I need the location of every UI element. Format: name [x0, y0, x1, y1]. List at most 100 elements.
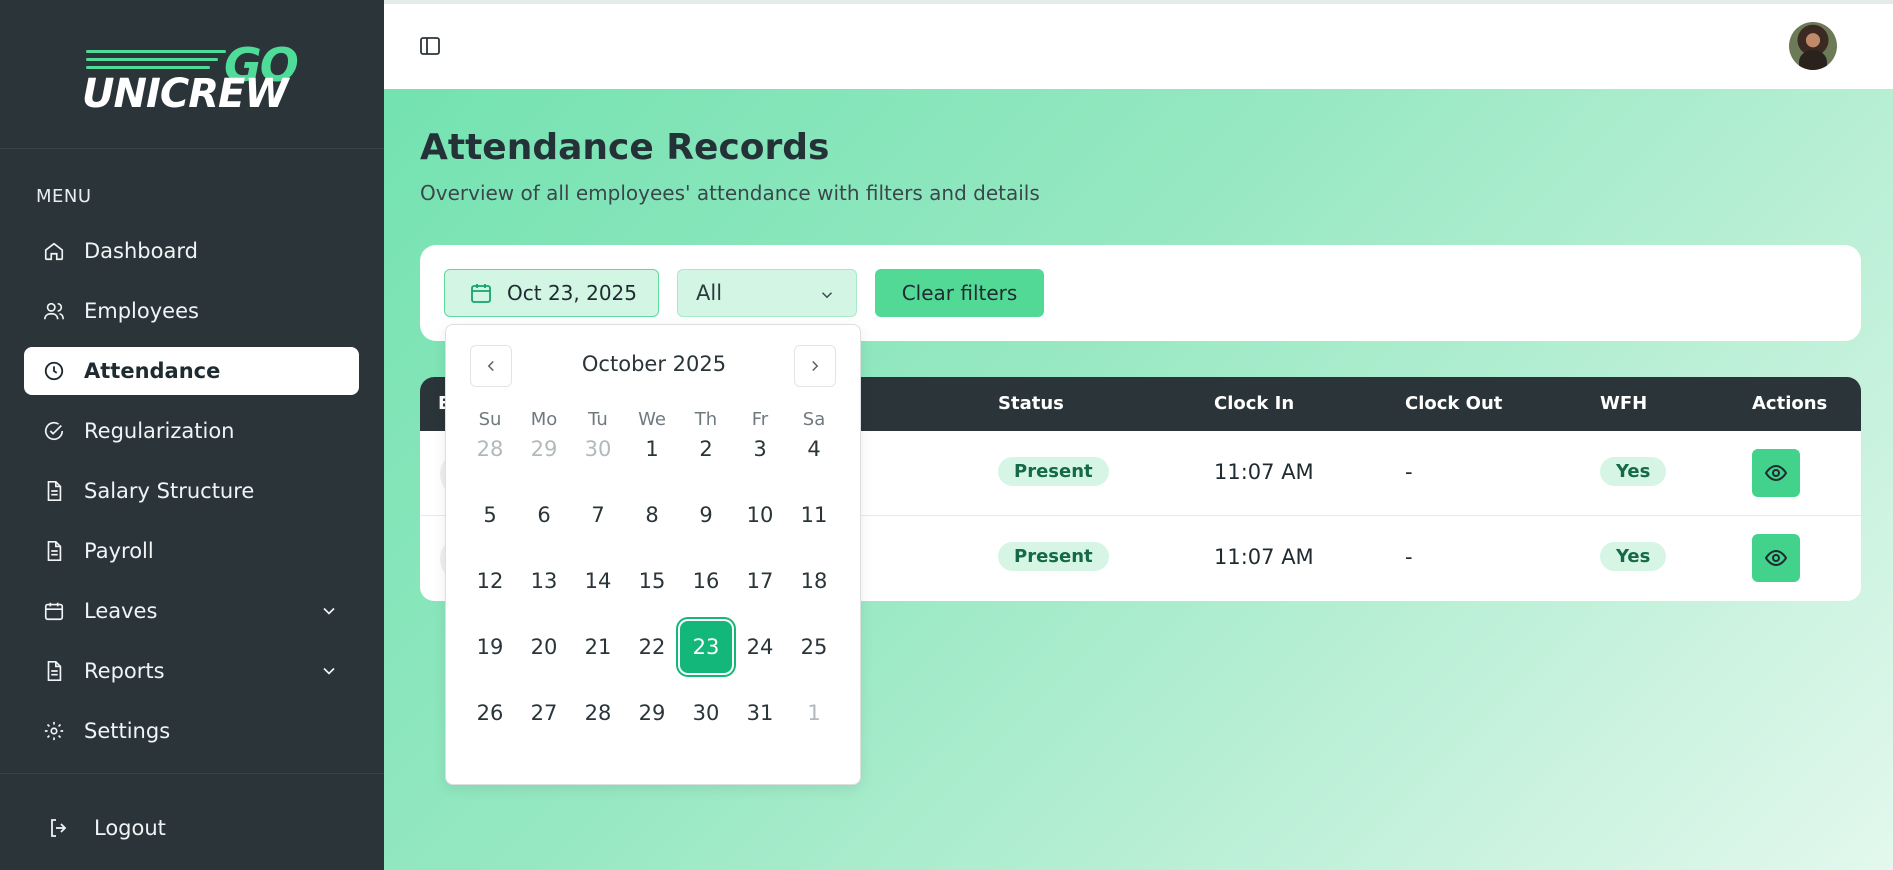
eye-icon — [1764, 549, 1788, 567]
check-circle-icon — [42, 419, 66, 443]
calendar-icon — [42, 599, 66, 623]
logout-label: Logout — [94, 816, 166, 840]
document-icon — [42, 539, 66, 563]
calendar-day[interactable]: 1 — [788, 687, 840, 739]
calendar-day[interactable]: 11 — [788, 489, 840, 541]
calendar-day[interactable]: 29 — [518, 423, 570, 475]
calendar-day[interactable]: 19 — [464, 621, 516, 673]
calendar-day[interactable]: 1 — [626, 423, 678, 475]
calendar-day[interactable]: 16 — [680, 555, 732, 607]
status-select-value: All — [696, 281, 723, 305]
sidebar-item-payroll[interactable]: Payroll — [24, 527, 359, 575]
column-header-clock-out: Clock Out — [1405, 393, 1503, 414]
calendar-day[interactable]: 18 — [788, 555, 840, 607]
date-picker-button[interactable]: Oct 23, 2025 — [444, 269, 659, 317]
chevron-right-icon — [812, 360, 819, 372]
calendar-day[interactable]: 4 — [788, 423, 840, 475]
calendar-day[interactable]: 28 — [572, 687, 624, 739]
sidebar-item-label: Payroll — [84, 539, 154, 563]
unicrew-logo[interactable]: GO UNICREW — [82, 38, 302, 118]
column-header-actions: Actions — [1752, 393, 1828, 414]
calendar-day[interactable]: 6 — [518, 489, 570, 541]
view-details-button[interactable] — [1752, 449, 1800, 497]
document-icon — [42, 479, 66, 503]
user-avatar[interactable] — [1789, 22, 1837, 70]
status-select[interactable]: All — [677, 269, 857, 317]
calendar-day[interactable]: 7 — [572, 489, 624, 541]
column-header-clock-in: Clock In — [1214, 393, 1295, 414]
calendar-day[interactable]: 13 — [518, 555, 570, 607]
sidebar-item-leaves[interactable]: Leaves — [24, 587, 359, 635]
sidebar-item-attendance[interactable]: Attendance — [24, 347, 359, 395]
document-icon — [42, 659, 66, 683]
date-picker-popover: October 2025 Su Mo Tu We Th Fr Sa 28 29 30 1 2 3 4 5 6 7… — [445, 324, 861, 785]
wfh-badge: Yes — [1600, 542, 1667, 571]
calendar-day[interactable]: 21 — [572, 621, 624, 673]
clock-icon — [42, 359, 66, 383]
page-title: Attendance Records — [420, 127, 830, 168]
calendar-day[interactable]: 8 — [626, 489, 678, 541]
eye-icon — [1764, 464, 1788, 482]
clock-in-value: 11:07 AM — [1214, 460, 1314, 484]
sidebar-item-label: Employees — [84, 299, 199, 323]
sidebar-item-settings[interactable]: Settings — [24, 707, 359, 755]
sidebar: GO UNICREW MENU Dashboard Employees Atte… — [0, 0, 384, 870]
calendar-icon — [471, 284, 491, 303]
chevron-down-icon[interactable] — [319, 661, 339, 681]
sidebar-item-regularization[interactable]: Regularization — [24, 407, 359, 455]
calendar-day[interactable]: 15 — [626, 555, 678, 607]
chevron-down-icon — [821, 292, 833, 299]
clear-filters-button[interactable]: Clear filters — [875, 269, 1044, 317]
clock-out-value: - — [1405, 460, 1413, 484]
logo-area: GO UNICREW — [0, 0, 384, 149]
calendar-day[interactable]: 24 — [734, 621, 786, 673]
calendar-day[interactable]: 5 — [464, 489, 516, 541]
calendar-day[interactable]: 3 — [734, 423, 786, 475]
sidebar-item-label: Attendance — [84, 359, 221, 383]
clock-in-value: 11:07 AM — [1214, 545, 1314, 569]
calendar-day[interactable]: 31 — [734, 687, 786, 739]
calendar-day[interactable]: 22 — [626, 621, 678, 673]
column-header-wfh: WFH — [1600, 393, 1648, 414]
home-icon — [42, 239, 66, 263]
view-details-button[interactable] — [1752, 534, 1800, 582]
column-header-status: Status — [998, 393, 1064, 414]
users-icon — [42, 299, 66, 323]
calendar-day[interactable]: 30 — [680, 687, 732, 739]
status-badge: Present — [998, 457, 1109, 486]
next-month-button[interactable] — [794, 345, 836, 387]
sidebar-item-label: Salary Structure — [84, 479, 255, 503]
sidebar-item-label: Settings — [84, 719, 171, 743]
calendar-day-selected[interactable]: 23 — [680, 621, 732, 673]
sidebar-nav: Dashboard Employees Attendance Regulariz… — [24, 227, 359, 767]
calendar-day[interactable]: 14 — [572, 555, 624, 607]
calendar-day[interactable]: 9 — [680, 489, 732, 541]
calendar-day[interactable]: 30 — [572, 423, 624, 475]
calendar-day[interactable]: 29 — [626, 687, 678, 739]
chevron-down-icon[interactable] — [319, 601, 339, 621]
date-picker-value: Oct 23, 2025 — [507, 281, 637, 305]
calendar-day[interactable]: 10 — [734, 489, 786, 541]
sidebar-item-label: Leaves — [84, 599, 158, 623]
calendar-day[interactable]: 26 — [464, 687, 516, 739]
sidebar-item-label: Dashboard — [84, 239, 198, 263]
sidebar-item-label: Reports — [84, 659, 165, 683]
logout-button[interactable]: Logout — [46, 808, 166, 848]
sidebar-item-label: Regularization — [84, 419, 235, 443]
sidebar-item-employees[interactable]: Employees — [24, 287, 359, 335]
clock-out-value: - — [1405, 545, 1413, 569]
sidebar-item-salary-structure[interactable]: Salary Structure — [24, 467, 359, 515]
calendar-day[interactable]: 27 — [518, 687, 570, 739]
calendar-day[interactable]: 25 — [788, 621, 840, 673]
sidebar-toggle-icon[interactable] — [418, 34, 442, 58]
calendar-day[interactable]: 12 — [464, 555, 516, 607]
logout-icon — [46, 815, 72, 841]
wfh-badge: Yes — [1600, 457, 1667, 486]
calendar-day[interactable]: 17 — [734, 555, 786, 607]
calendar-day[interactable]: 2 — [680, 423, 732, 475]
calendar-day[interactable]: 20 — [518, 621, 570, 673]
sidebar-item-reports[interactable]: Reports — [24, 647, 359, 695]
calendar-day[interactable]: 28 — [464, 423, 516, 475]
sidebar-item-dashboard[interactable]: Dashboard — [24, 227, 359, 275]
menu-section-label: MENU — [36, 186, 92, 207]
